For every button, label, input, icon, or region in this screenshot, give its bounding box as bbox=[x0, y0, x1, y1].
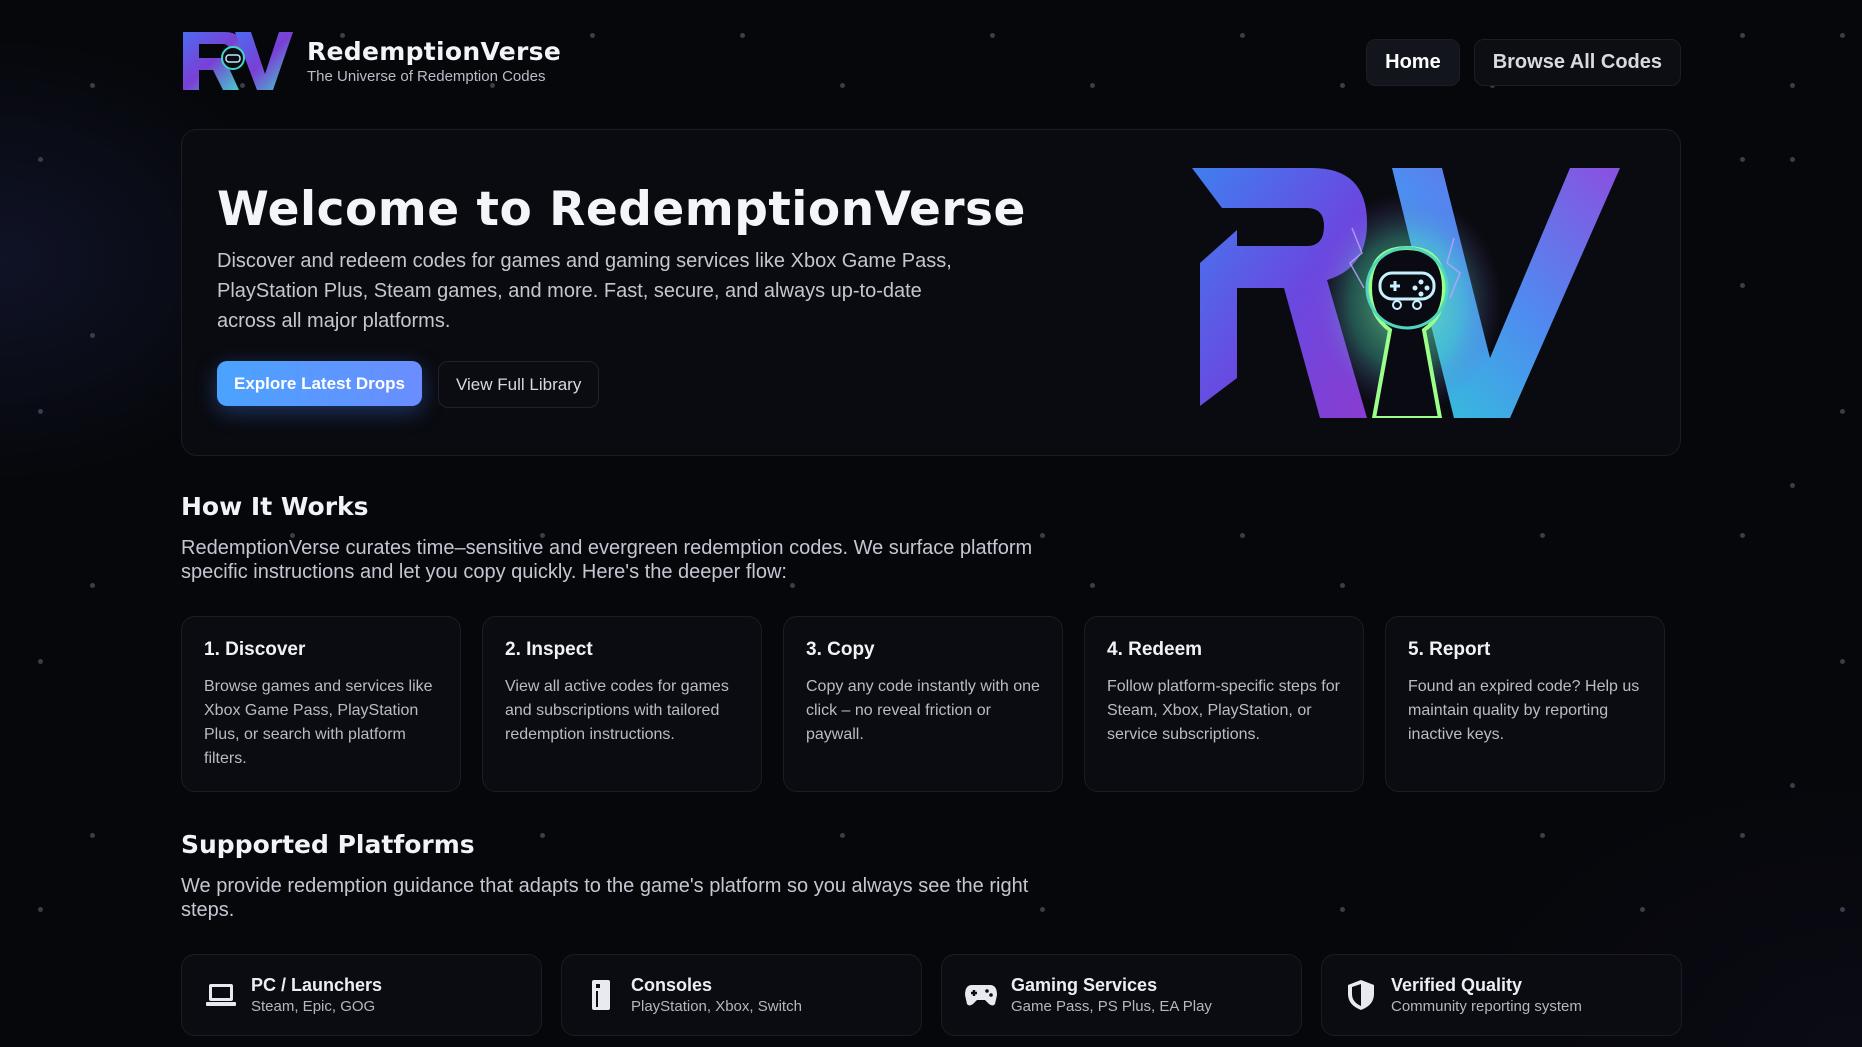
step-title: 2. Inspect bbox=[505, 639, 593, 660]
platform-card-verified-quality: Verified Quality Community reporting sys… bbox=[1321, 954, 1682, 1036]
nav-browse-all-codes[interactable]: Browse All Codes bbox=[1473, 39, 1681, 86]
platform-sub: Game Pass, PS Plus, EA Play bbox=[1011, 998, 1212, 1015]
platform-name: PC / Launchers bbox=[251, 975, 383, 995]
step-text: Copy any code instantly with one click –… bbox=[806, 678, 1040, 743]
gamepad-icon bbox=[964, 978, 998, 1012]
step-card-copy: 3. Copy Copy any code instantly with one… bbox=[783, 616, 1063, 792]
platform-name: Consoles bbox=[631, 975, 713, 995]
supported-platforms-title: Supported Platforms bbox=[181, 830, 475, 859]
shield-icon bbox=[1344, 978, 1378, 1012]
step-card-redeem: 4. Redeem Follow platform-specific steps… bbox=[1084, 616, 1364, 792]
hero-section: Welcome to RedemptionVerse Discover and … bbox=[181, 129, 1681, 456]
step-card-discover: 1. Discover Browse games and services li… bbox=[181, 616, 461, 792]
steps-list: 1. Discover Browse games and services li… bbox=[181, 616, 1665, 792]
page: RedemptionVerse The Universe of Redempti… bbox=[181, 0, 1682, 1036]
platform-card-consoles: Consoles PlayStation, Xbox, Switch bbox=[561, 954, 922, 1036]
hero-title: Welcome to RedemptionVerse bbox=[217, 182, 1026, 237]
step-card-inspect: 2. Inspect View all active codes for gam… bbox=[482, 616, 762, 792]
console-icon bbox=[584, 978, 618, 1012]
step-text: Follow platform-specific steps for Steam… bbox=[1107, 678, 1340, 743]
step-title: 5. Report bbox=[1408, 639, 1491, 660]
brand-tagline: The Universe of Redemption Codes bbox=[307, 68, 546, 85]
nav-home[interactable]: Home bbox=[1366, 39, 1460, 86]
laptop-icon bbox=[204, 978, 238, 1012]
step-text: View all active codes for games and subs… bbox=[505, 678, 729, 743]
view-full-library-button[interactable]: View Full Library bbox=[438, 361, 600, 408]
step-title: 3. Copy bbox=[806, 639, 875, 660]
platform-name: Verified Quality bbox=[1391, 975, 1523, 995]
platform-sub: Steam, Epic, GOG bbox=[251, 998, 376, 1015]
brand-name: RedemptionVerse bbox=[307, 37, 562, 66]
site-header: RedemptionVerse The Universe of Redempti… bbox=[181, 0, 1681, 122]
step-text: Found an expired code? Help us maintain … bbox=[1408, 678, 1640, 743]
step-title: 4. Redeem bbox=[1107, 639, 1203, 660]
step-title: 1. Discover bbox=[204, 639, 306, 660]
how-it-works-description: RedemptionVerse curates time–sensitive a… bbox=[181, 537, 1033, 583]
hero-logo-icon bbox=[1192, 168, 1620, 418]
platform-sub: PlayStation, Xbox, Switch bbox=[631, 998, 802, 1015]
hero-description: Discover and redeem codes for games and … bbox=[217, 250, 952, 332]
how-it-works-title: How It Works bbox=[181, 492, 369, 521]
platform-card-pc: PC / Launchers Steam, Epic, GOG bbox=[181, 954, 542, 1036]
brand[interactable]: RedemptionVerse The Universe of Redempti… bbox=[181, 28, 561, 94]
explore-latest-drops-button[interactable]: Explore Latest Drops bbox=[217, 361, 422, 406]
hero-actions: Explore Latest Drops View Full Library bbox=[217, 361, 600, 408]
main-nav: Home Browse All Codes bbox=[1366, 39, 1681, 86]
step-card-report: 5. Report Found an expired code? Help us… bbox=[1385, 616, 1665, 792]
supported-platforms-description: We provide redemption guidance that adap… bbox=[181, 875, 1029, 921]
platform-name: Gaming Services bbox=[1011, 975, 1158, 995]
platform-sub: Community reporting system bbox=[1391, 998, 1582, 1015]
brand-logo-icon[interactable] bbox=[181, 28, 293, 94]
step-text: Browse games and services like Xbox Game… bbox=[204, 678, 433, 767]
platforms-list: PC / Launchers Steam, Epic, GOG Consoles… bbox=[181, 954, 1682, 1036]
platform-card-gaming-services: Gaming Services Game Pass, PS Plus, EA P… bbox=[941, 954, 1302, 1036]
